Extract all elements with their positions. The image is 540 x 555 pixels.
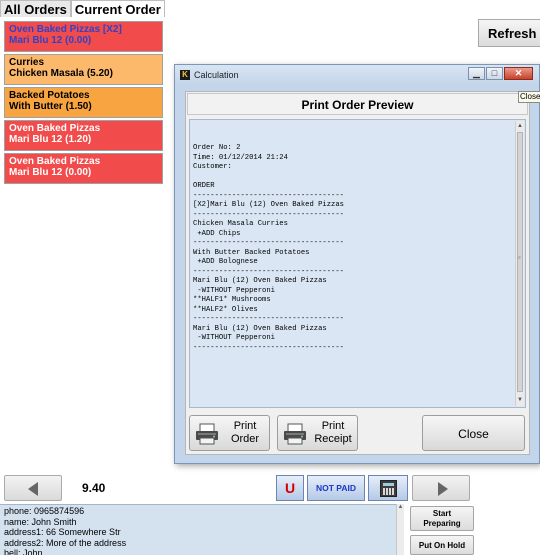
- scroll-up-icon[interactable]: ▲: [516, 122, 524, 131]
- scroll-thumb[interactable]: [517, 132, 523, 392]
- refresh-button[interactable]: Refresh: [478, 19, 540, 47]
- order-item-category: Curries: [9, 57, 45, 68]
- start-preparing-line2: Preparing: [423, 519, 461, 528]
- customer-info: phone: 0965874596 name: John Smith addre…: [0, 504, 400, 555]
- order-total: 9.40: [82, 481, 106, 495]
- put-on-hold-button[interactable]: Put On Hold: [410, 535, 474, 555]
- u-button[interactable]: U: [276, 475, 304, 501]
- receipt-text: Order No: 2 Time: 01/12/2014 21:24 Custo…: [193, 144, 344, 352]
- maximize-icon[interactable]: □: [486, 67, 503, 80]
- next-button[interactable]: [412, 475, 470, 501]
- preview-title: Print Order Preview: [187, 93, 528, 115]
- order-item-detail: Mari Blu 12 (0.00): [9, 167, 92, 178]
- printer-icon: [284, 423, 306, 445]
- calculation-dialog: K Calculation ▁ □ ✕ Print Order Preview …: [174, 64, 540, 464]
- bottom-toolbar: 9.40 U NOT PAID: [0, 475, 540, 503]
- order-item-category: Backed Potatoes: [9, 90, 90, 101]
- print-receipt-line2: Receipt: [314, 433, 352, 445]
- print-order-label: Print Order: [220, 420, 270, 446]
- print-order-line2: Order: [230, 433, 260, 445]
- scroll-down-icon[interactable]: ▼: [516, 396, 524, 405]
- calculator-icon: [380, 480, 397, 497]
- scroll-grip-icon: ≡: [518, 255, 521, 261]
- dialog-button-row: Print Order Print Receipt Close: [187, 413, 528, 453]
- print-order-line1: Print: [233, 420, 257, 432]
- order-item-detail: With Butter (1.50): [9, 101, 92, 112]
- close-tooltip: Close: [518, 91, 540, 103]
- print-receipt-button[interactable]: Print Receipt: [277, 415, 358, 451]
- order-item-category: Oven Baked Pizzas: [9, 156, 101, 167]
- receipt-preview[interactable]: Order No: 2 Time: 01/12/2014 21:24 Custo…: [189, 119, 526, 408]
- print-order-button[interactable]: Print Order: [189, 415, 270, 451]
- window-controls: ▁ □ ✕: [467, 67, 533, 80]
- close-icon[interactable]: ✕: [504, 67, 533, 80]
- print-receipt-label: Print Receipt: [308, 420, 358, 446]
- minimize-icon[interactable]: ▁: [468, 67, 485, 80]
- previous-button[interactable]: [4, 475, 62, 501]
- order-item-detail: Chicken Masala (5.20): [9, 68, 113, 79]
- order-tabs: All Orders Current Order: [0, 0, 165, 17]
- close-button[interactable]: Close: [422, 415, 525, 451]
- order-item-category: Oven Baked Pizzas: [9, 123, 101, 134]
- app-icon: K: [180, 70, 190, 80]
- order-items-list: Oven Baked Pizzas [X2] Mari Blu 12 (0.00…: [4, 21, 163, 186]
- arrow-right-icon: [438, 482, 448, 496]
- tab-current-order[interactable]: Current Order: [70, 0, 165, 17]
- not-paid-button[interactable]: NOT PAID: [307, 475, 365, 501]
- order-item[interactable]: Oven Baked Pizzas Mari Blu 12 (1.20): [4, 120, 163, 151]
- order-item[interactable]: Backed Potatoes With Butter (1.50): [4, 87, 163, 118]
- order-item[interactable]: Curries Chicken Masala (5.20): [4, 54, 163, 85]
- dialog-titlebar[interactable]: K Calculation ▁ □ ✕: [175, 65, 539, 85]
- start-preparing-line1: Start: [432, 509, 452, 518]
- dialog-content: Print Order Preview Order No: 2 Time: 01…: [185, 91, 530, 455]
- order-item-detail: Mari Blu 12 (1.20): [9, 134, 92, 145]
- calculator-button[interactable]: [368, 475, 408, 501]
- customer-info-scrollbar[interactable]: ▲: [396, 504, 404, 555]
- dialog-title: Calculation: [194, 70, 239, 80]
- order-item[interactable]: Oven Baked Pizzas Mari Blu 12 (0.00): [4, 153, 163, 184]
- start-preparing-button[interactable]: Start Preparing: [410, 506, 474, 531]
- tab-all-orders[interactable]: All Orders: [0, 0, 71, 17]
- order-item-category: Oven Baked Pizzas [X2]: [9, 24, 122, 35]
- printer-icon: [196, 423, 218, 445]
- order-item[interactable]: Oven Baked Pizzas [X2] Mari Blu 12 (0.00…: [4, 21, 163, 52]
- receipt-scrollbar[interactable]: ▲ ≡ ▼: [515, 121, 524, 406]
- order-item-detail: Mari Blu 12 (0.00): [9, 35, 92, 46]
- arrow-left-icon: [28, 482, 38, 496]
- print-receipt-line1: Print: [321, 420, 345, 432]
